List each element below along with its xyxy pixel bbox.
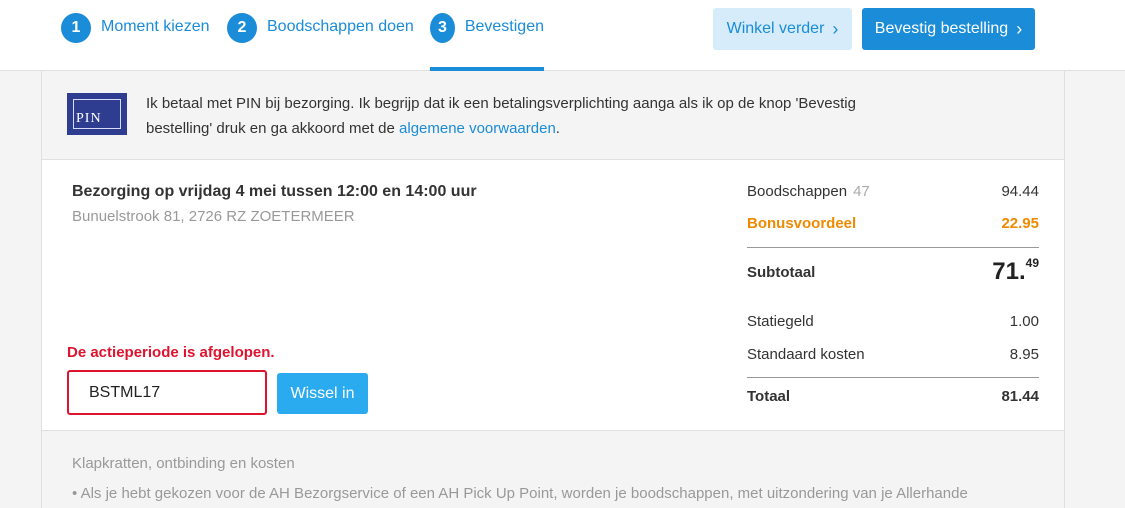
continue-shopping-label: Winkel verder <box>726 20 825 37</box>
bonus-label: Bonusvoordeel <box>747 215 857 232</box>
summary-row-subtotal: Subtotaal 71.49 <box>747 256 1039 287</box>
step-label: Moment kiezen <box>101 18 210 35</box>
summary-row-standard: Standaard kosten 8.95 <box>747 346 1039 363</box>
total-value: 81.44 <box>1001 388 1039 405</box>
pin-logo: PIN <box>67 93 127 135</box>
subtotal-label: Subtotaal <box>747 263 816 281</box>
deposit-value: 1.00 <box>1009 313 1039 330</box>
redeem-button[interactable]: Wissel in <box>277 373 368 414</box>
terms-link[interactable]: algemene voorwaarden <box>399 120 556 137</box>
groceries-count: 47 <box>853 183 870 200</box>
standard-value: 8.95 <box>1009 346 1039 363</box>
terms-bullet: • Als je hebt gekozen voor de AH Bezorgs… <box>72 485 968 502</box>
promo-error: De actieperiode is afgelopen. <box>67 344 275 361</box>
continue-shopping-button[interactable]: Winkel verder › <box>713 8 852 50</box>
subtotal-whole: 71. <box>992 258 1026 285</box>
chevron-right-icon: › <box>832 19 839 39</box>
terms-title: Klapkratten, ontbinding en kosten <box>72 455 295 472</box>
order-panel: PIN Ik betaal met PIN bij bezorging. Ik … <box>41 71 1065 508</box>
subtotal-value: 71.49 <box>992 256 1039 286</box>
terms-bullet-text: Als je hebt gekozen voor de AH Bezorgser… <box>80 485 968 502</box>
delivery-address: Bunuelstrook 81, 2726 RZ ZOETERMEER <box>72 208 355 225</box>
chevron-right-icon: › <box>1016 19 1023 39</box>
step-moment-kiezen[interactable]: 1 Moment kiezen <box>61 13 210 71</box>
step-number: 2 <box>227 13 257 43</box>
summary-row-deposit: Statiegeld 1.00 <box>747 313 1039 330</box>
standard-label: Standaard kosten <box>747 346 865 363</box>
summary-row-total: Totaal 81.44 <box>747 388 1039 405</box>
summary-row-bonus: Bonusvoordeel 22.95 <box>747 215 1039 232</box>
deposit-label: Statiegeld <box>747 313 814 330</box>
terms-section: Klapkratten, ontbinding en kosten • Als … <box>42 430 1064 508</box>
summary-divider <box>747 377 1039 378</box>
total-label: Totaal <box>747 388 791 405</box>
step-label: Bevestigen <box>464 18 544 35</box>
step-bevestigen[interactable]: 3 Bevestigen <box>430 13 544 71</box>
step-number: 1 <box>61 13 91 43</box>
pin-logo-text: PIN <box>76 111 102 126</box>
summary-row-groceries: Boodschappen 47 94.44 <box>747 183 1039 200</box>
step-number: 3 <box>430 13 455 43</box>
confirm-order-label: Bevestig bestelling <box>874 20 1009 37</box>
top-bar: 1 Moment kiezen 2 Boodschappen doen 3 Be… <box>0 0 1125 71</box>
subtotal-cents: 49 <box>1025 256 1039 270</box>
confirm-order-button[interactable]: Bevestig bestelling › <box>862 8 1035 50</box>
step-label: Boodschappen doen <box>267 18 414 35</box>
groceries-label: Boodschappen <box>747 183 848 200</box>
payment-text-end: . <box>555 120 560 137</box>
payment-text: Ik betaal met PIN bij bezorging. Ik begr… <box>146 91 906 141</box>
groceries-value: 94.44 <box>1001 183 1039 200</box>
payment-notice: PIN Ik betaal met PIN bij bezorging. Ik … <box>42 71 1064 160</box>
step-boodschappen-doen[interactable]: 2 Boodschappen doen <box>227 13 414 71</box>
bonus-value: 22.95 <box>1001 215 1039 232</box>
promo-code-input[interactable] <box>67 370 267 415</box>
delivery-title: Bezorging op vrijdag 4 mei tussen 12:00 … <box>72 183 477 200</box>
summary-divider <box>747 247 1039 248</box>
